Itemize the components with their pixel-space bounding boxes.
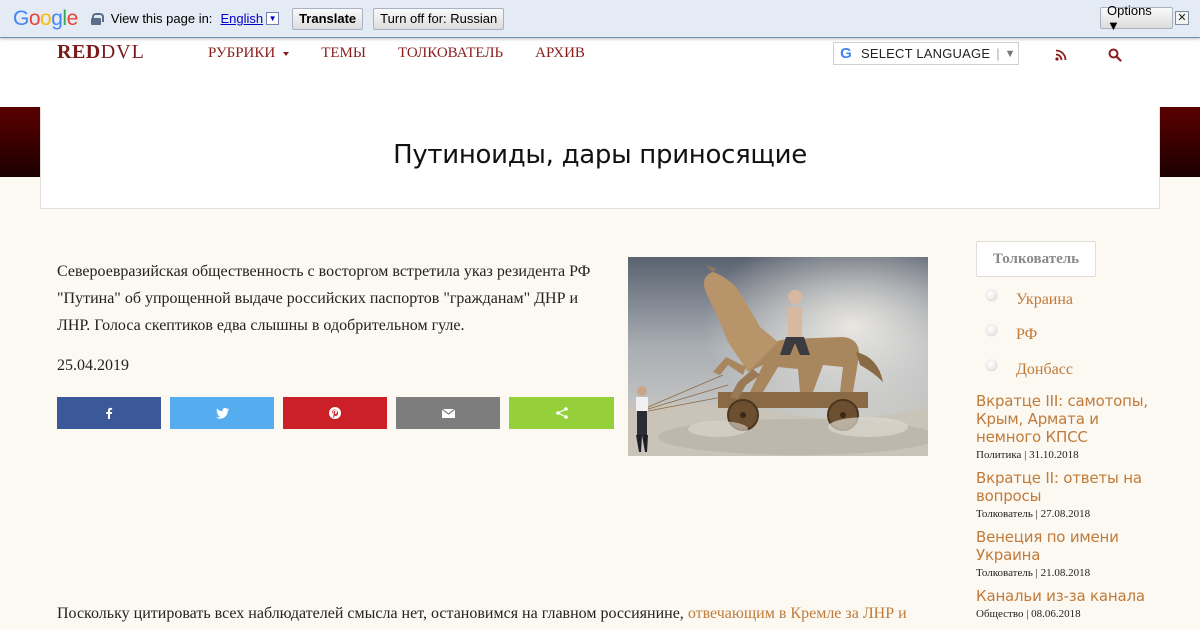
options-button[interactable]: Options ▼ — [1100, 3, 1173, 33]
nav-item-interpreter[interactable]: ТОЛКОВАТЕЛЬ — [398, 45, 503, 62]
post-title-link[interactable]: Канальи из-за канала — [976, 587, 1166, 605]
twitter-icon — [215, 407, 229, 419]
site-logo[interactable]: REDDVL — [57, 41, 145, 64]
close-icon[interactable]: ✕ — [1175, 11, 1189, 25]
title-box: Путиноиды, дары приносящие — [40, 107, 1160, 209]
share-buttons — [57, 397, 614, 429]
list-item: Канальи из-за канала Общество | 08.06.20… — [976, 587, 1166, 620]
post-meta: Толкователь | 21.08.2018 — [976, 567, 1091, 579]
sidebar-tab-interpreter[interactable]: Толкователь — [976, 241, 1096, 277]
article-date: 25.04.2019 — [57, 357, 129, 374]
nav-item-rubrics[interactable]: РУБРИКИ — [208, 45, 290, 62]
turn-off-button[interactable]: Turn off for: Russian — [373, 7, 505, 30]
list-item: Вкратце II: ответы на вопросы Толковател… — [976, 469, 1166, 520]
article-link[interactable]: отвечающим в Кремле за ЛНР и — [688, 605, 907, 622]
post-title-link[interactable]: Венеция по имени Украина — [976, 528, 1166, 564]
google-g-icon: G — [840, 44, 852, 62]
post-meta: Политика | 31.10.2018 — [976, 449, 1079, 461]
sidebar-categories: Украина РФ Донбасс — [986, 282, 1073, 387]
caret-down-icon — [283, 51, 290, 56]
post-title-link[interactable]: Вкратце II: ответы на вопросы — [976, 469, 1166, 505]
article-body: Поскольку цитировать всех наблюдателей с… — [57, 605, 907, 622]
main-nav: РУБРИКИ ТЕМЫ ТОЛКОВАТЕЛЬ АРХИВ — [208, 45, 617, 62]
facebook-icon — [106, 407, 113, 419]
share-icon — [555, 407, 568, 419]
post-meta: Толкователь | 27.08.2018 — [976, 508, 1091, 520]
twitter-share-button[interactable] — [170, 397, 274, 429]
article-lead: Североевразийская общественность с восто… — [57, 263, 591, 334]
sharethis-share-button[interactable] — [509, 397, 614, 429]
google-logo: Google — [13, 6, 78, 30]
post-meta: Общество | 08.06.2018 — [976, 608, 1081, 620]
sidebar-category-donbass[interactable]: Донбасс — [986, 352, 1073, 387]
sidebar-category-ukraine[interactable]: Украина — [986, 282, 1073, 317]
language-dropdown-icon[interactable]: ▼ — [266, 12, 280, 25]
post-title-link[interactable]: Вкратце III: самотопы, Крым, Армата и не… — [976, 392, 1166, 446]
bullet-icon — [986, 325, 997, 336]
bullet-icon — [986, 360, 997, 371]
chevron-down-icon: ▼ — [1004, 47, 1016, 60]
select-language-dropdown[interactable]: G SELECT LANGUAGE | ▼ — [833, 42, 1019, 65]
lock-icon — [90, 12, 104, 25]
list-item: Венеция по имени Украина Толкователь | 2… — [976, 528, 1166, 579]
nav-item-archive[interactable]: АРХИВ — [535, 45, 585, 62]
pinterest-share-button[interactable] — [283, 397, 387, 429]
email-icon — [441, 408, 455, 418]
rss-icon[interactable] — [1055, 49, 1067, 61]
nav-item-themes[interactable]: ТЕМЫ — [321, 45, 366, 62]
translate-bar: Google View this page in: English ▼ Tran… — [0, 0, 1200, 38]
email-share-button[interactable] — [396, 397, 500, 429]
translate-button[interactable]: Translate — [292, 7, 364, 30]
sidebar-category-rf[interactable]: РФ — [986, 317, 1073, 352]
page-title: Путиноиды, дары приносящие — [393, 140, 807, 170]
sidebar-posts: Вкратце III: самотопы, Крым, Армата и не… — [976, 392, 1166, 628]
facebook-share-button[interactable] — [57, 397, 161, 429]
article-photo[interactable] — [628, 257, 928, 456]
language-link[interactable]: English — [220, 11, 263, 26]
pinterest-icon — [329, 407, 341, 419]
translate-prompt: View this page in: — [110, 11, 213, 26]
bullet-icon — [986, 290, 997, 301]
site-header: REDDVL РУБРИКИ ТЕМЫ ТОЛКОВАТЕЛЬ АРХИВ G … — [0, 38, 1200, 107]
list-item: Вкратце III: самотопы, Крым, Армата и не… — [976, 392, 1166, 461]
search-icon[interactable] — [1108, 48, 1122, 62]
